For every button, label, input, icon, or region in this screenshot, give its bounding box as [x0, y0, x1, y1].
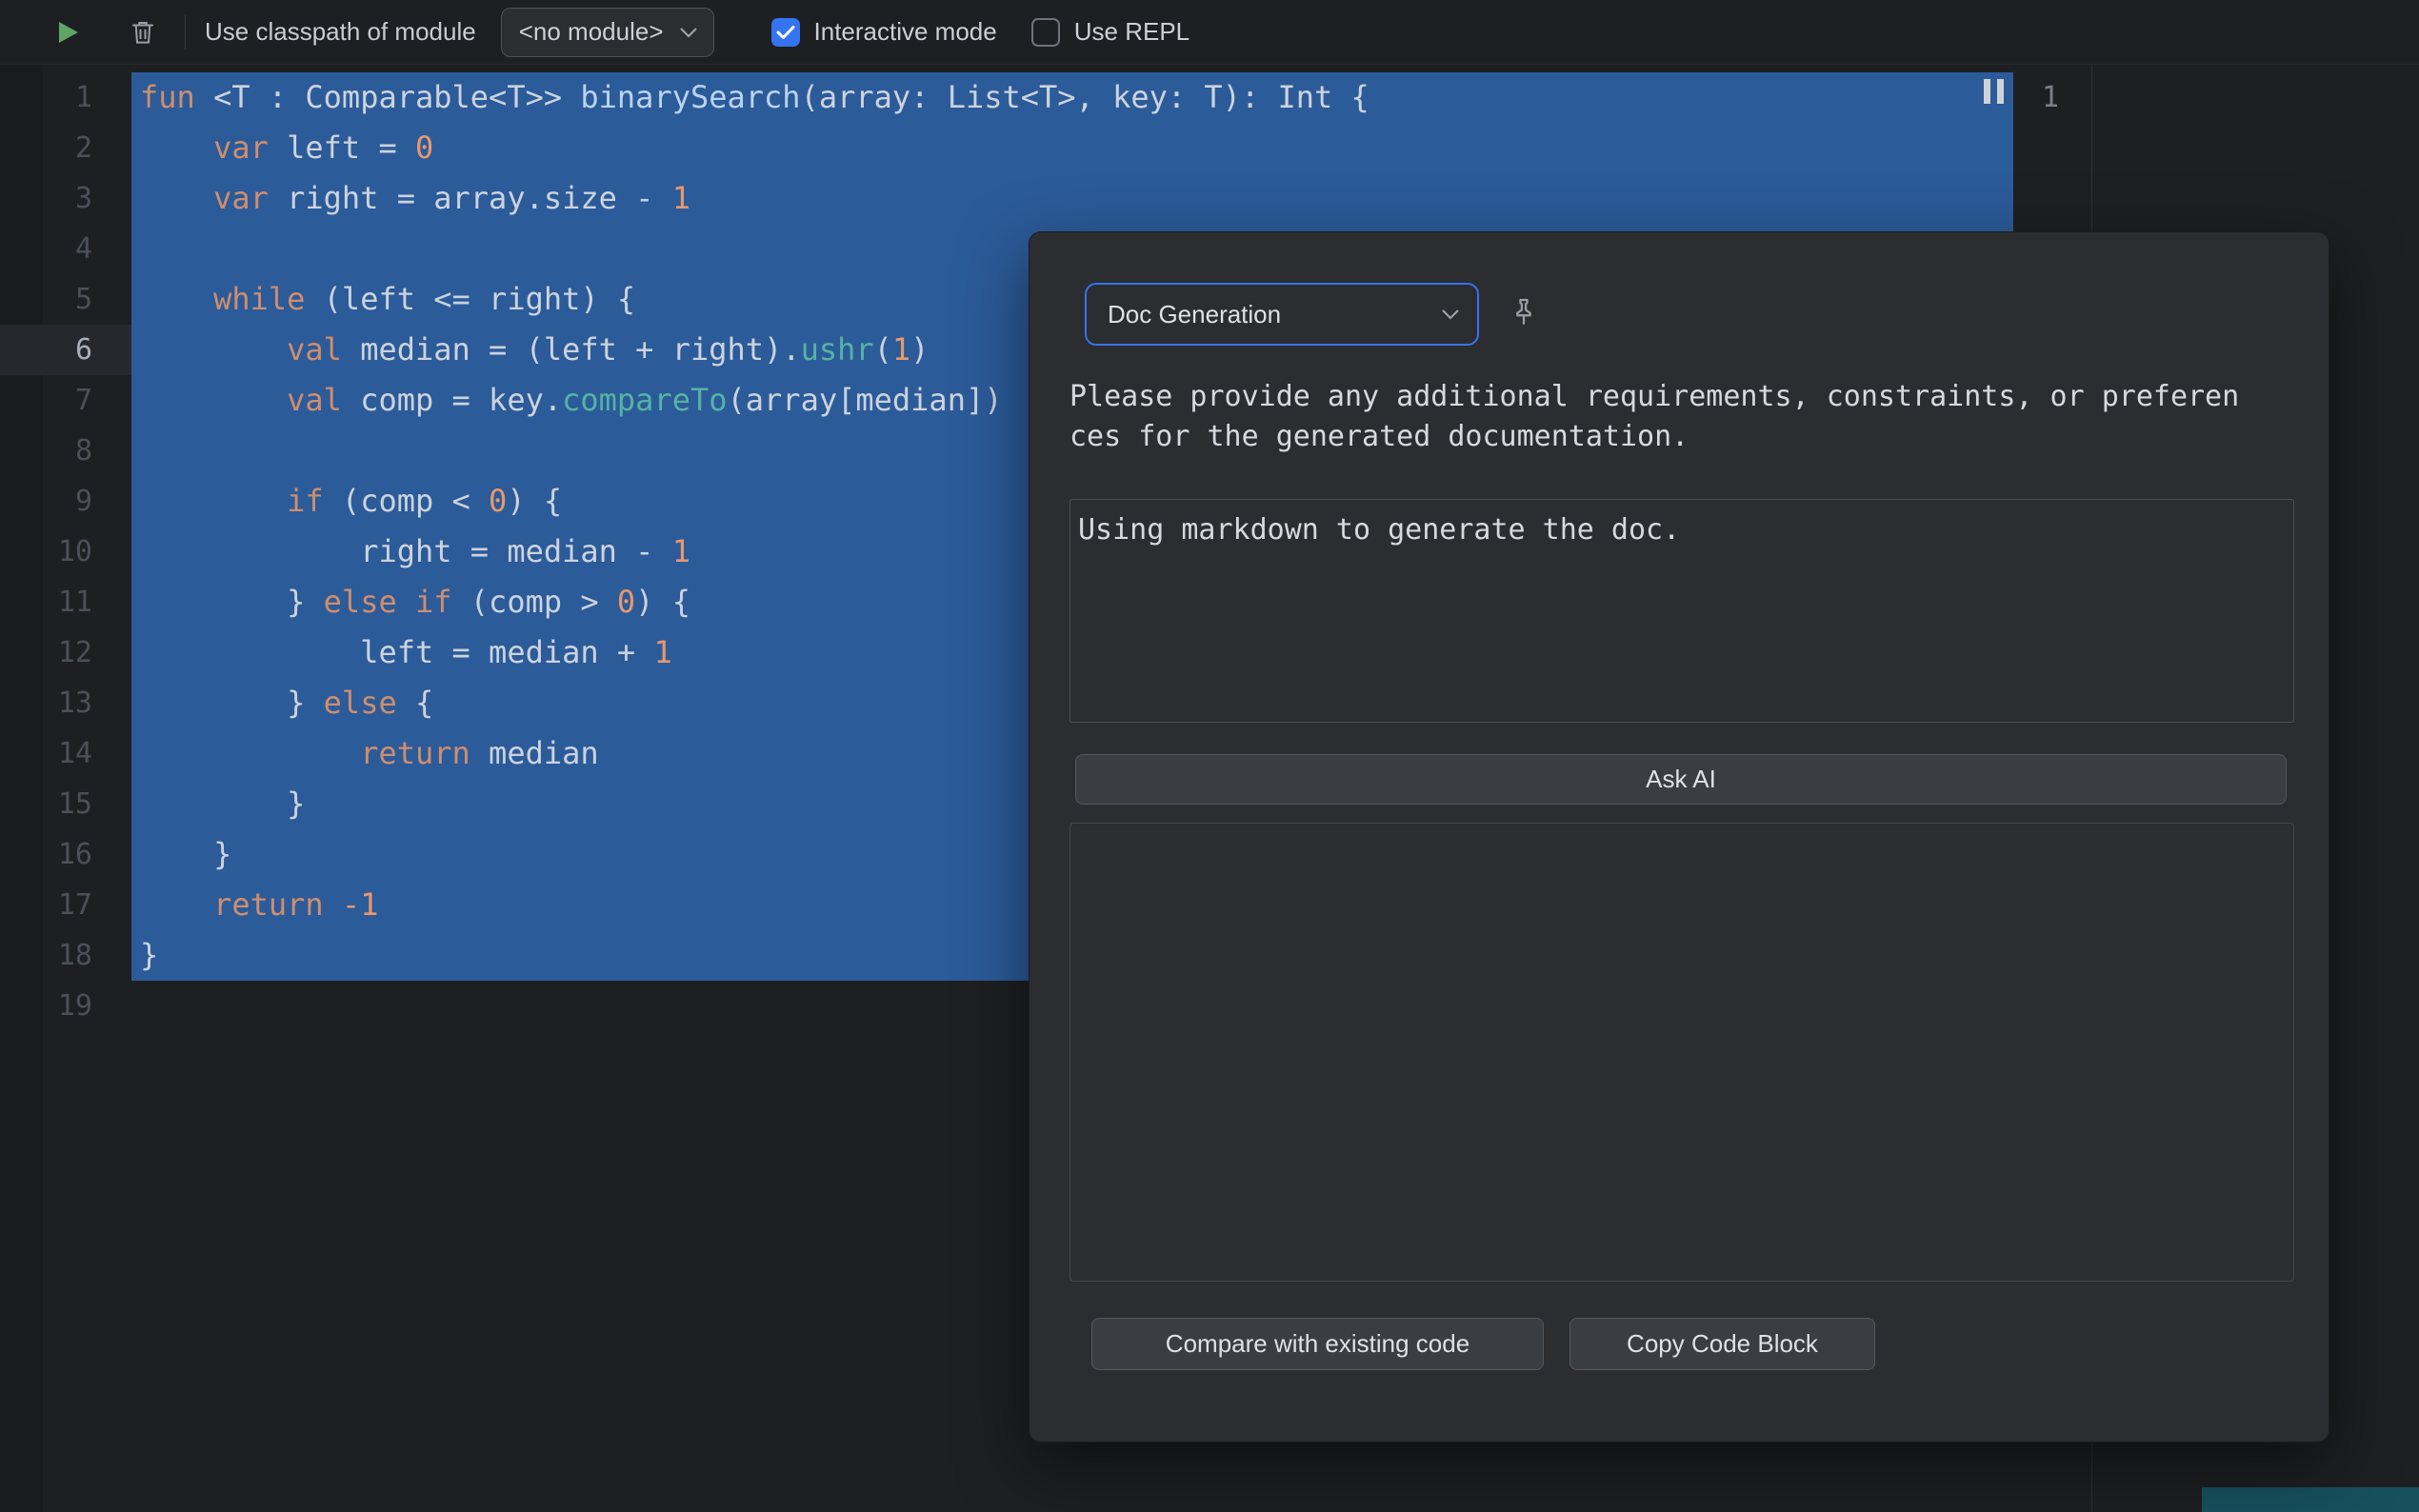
- run-button[interactable]: [53, 18, 82, 47]
- line-number[interactable]: 10: [0, 527, 131, 577]
- toolbar: Use classpath of module <no module> Inte…: [0, 0, 2419, 65]
- code-line: 1fun <T : Comparable<T>> binarySearch(ar…: [0, 72, 2013, 123]
- line-number[interactable]: 11: [0, 577, 131, 627]
- trash-icon: [129, 18, 157, 47]
- line-number[interactable]: 9: [0, 476, 131, 527]
- line-number[interactable]: 13: [0, 678, 131, 728]
- line-number[interactable]: 15: [0, 779, 131, 829]
- line-number[interactable]: 2: [0, 123, 131, 173]
- check-icon: [776, 25, 795, 40]
- toolbar-separator: [185, 15, 186, 50]
- code-line-content[interactable]: fun <T : Comparable<T>> binarySearch(arr…: [131, 72, 2013, 123]
- module-select[interactable]: <no module>: [501, 8, 714, 57]
- line-number[interactable]: 3: [0, 173, 131, 224]
- compare-button[interactable]: Compare with existing code: [1091, 1318, 1544, 1370]
- use-repl-checkbox[interactable]: [1031, 18, 1060, 47]
- line-number[interactable]: 1: [0, 72, 131, 123]
- code-line: 3 var right = array.size - 1: [0, 173, 2013, 224]
- code-line: 2 var left = 0: [0, 123, 2013, 173]
- results-line-number: 1: [2021, 72, 2059, 123]
- line-number[interactable]: 17: [0, 880, 131, 930]
- code-line-content[interactable]: var right = array.size - 1: [131, 173, 2013, 224]
- pin-icon[interactable]: [1504, 291, 1544, 331]
- pin-icon-glyph: [1508, 295, 1540, 328]
- interactive-mode-label: Interactive mode: [814, 17, 997, 47]
- corner-accent: [2202, 1487, 2419, 1512]
- run-icon: [54, 19, 81, 46]
- interactive-mode-toggle[interactable]: Interactive mode: [771, 17, 997, 47]
- line-number[interactable]: 6: [0, 325, 131, 375]
- chevron-down-icon: [679, 27, 698, 38]
- pause-icon[interactable]: [1984, 79, 2004, 104]
- code-line-content[interactable]: var left = 0: [131, 123, 2013, 173]
- prompt-input-value: Using markdown to generate the doc.: [1078, 513, 1680, 547]
- line-number[interactable]: 14: [0, 728, 131, 779]
- line-number[interactable]: 7: [0, 375, 131, 426]
- use-repl-toggle[interactable]: Use REPL: [1031, 17, 1190, 47]
- doc-mode-select[interactable]: Doc Generation: [1085, 283, 1479, 346]
- line-number[interactable]: 4: [0, 224, 131, 274]
- copy-code-button[interactable]: Copy Code Block: [1569, 1318, 1875, 1370]
- ai-doc-dialog: Doc Generation Please provide any additi…: [1029, 231, 2329, 1442]
- module-select-value: <no module>: [519, 17, 664, 47]
- prompt-hint: Please provide any additional requiremen…: [1070, 377, 2247, 457]
- line-number[interactable]: 16: [0, 829, 131, 880]
- delete-button[interactable]: [128, 17, 158, 48]
- prompt-input[interactable]: Using markdown to generate the doc.: [1070, 499, 2294, 723]
- use-repl-label: Use REPL: [1074, 17, 1190, 47]
- line-number[interactable]: 19: [0, 981, 131, 1031]
- line-number[interactable]: 18: [0, 930, 131, 981]
- classpath-label: Use classpath of module: [205, 17, 476, 47]
- ask-ai-button[interactable]: Ask AI: [1075, 754, 2287, 805]
- line-number[interactable]: 8: [0, 426, 131, 476]
- output-area: [1070, 823, 2294, 1282]
- doc-mode-value: Doc Generation: [1108, 300, 1281, 329]
- interactive-mode-checkbox[interactable]: [771, 18, 800, 47]
- line-number[interactable]: 12: [0, 627, 131, 678]
- chevron-down-icon: [1441, 308, 1460, 320]
- line-number[interactable]: 5: [0, 274, 131, 325]
